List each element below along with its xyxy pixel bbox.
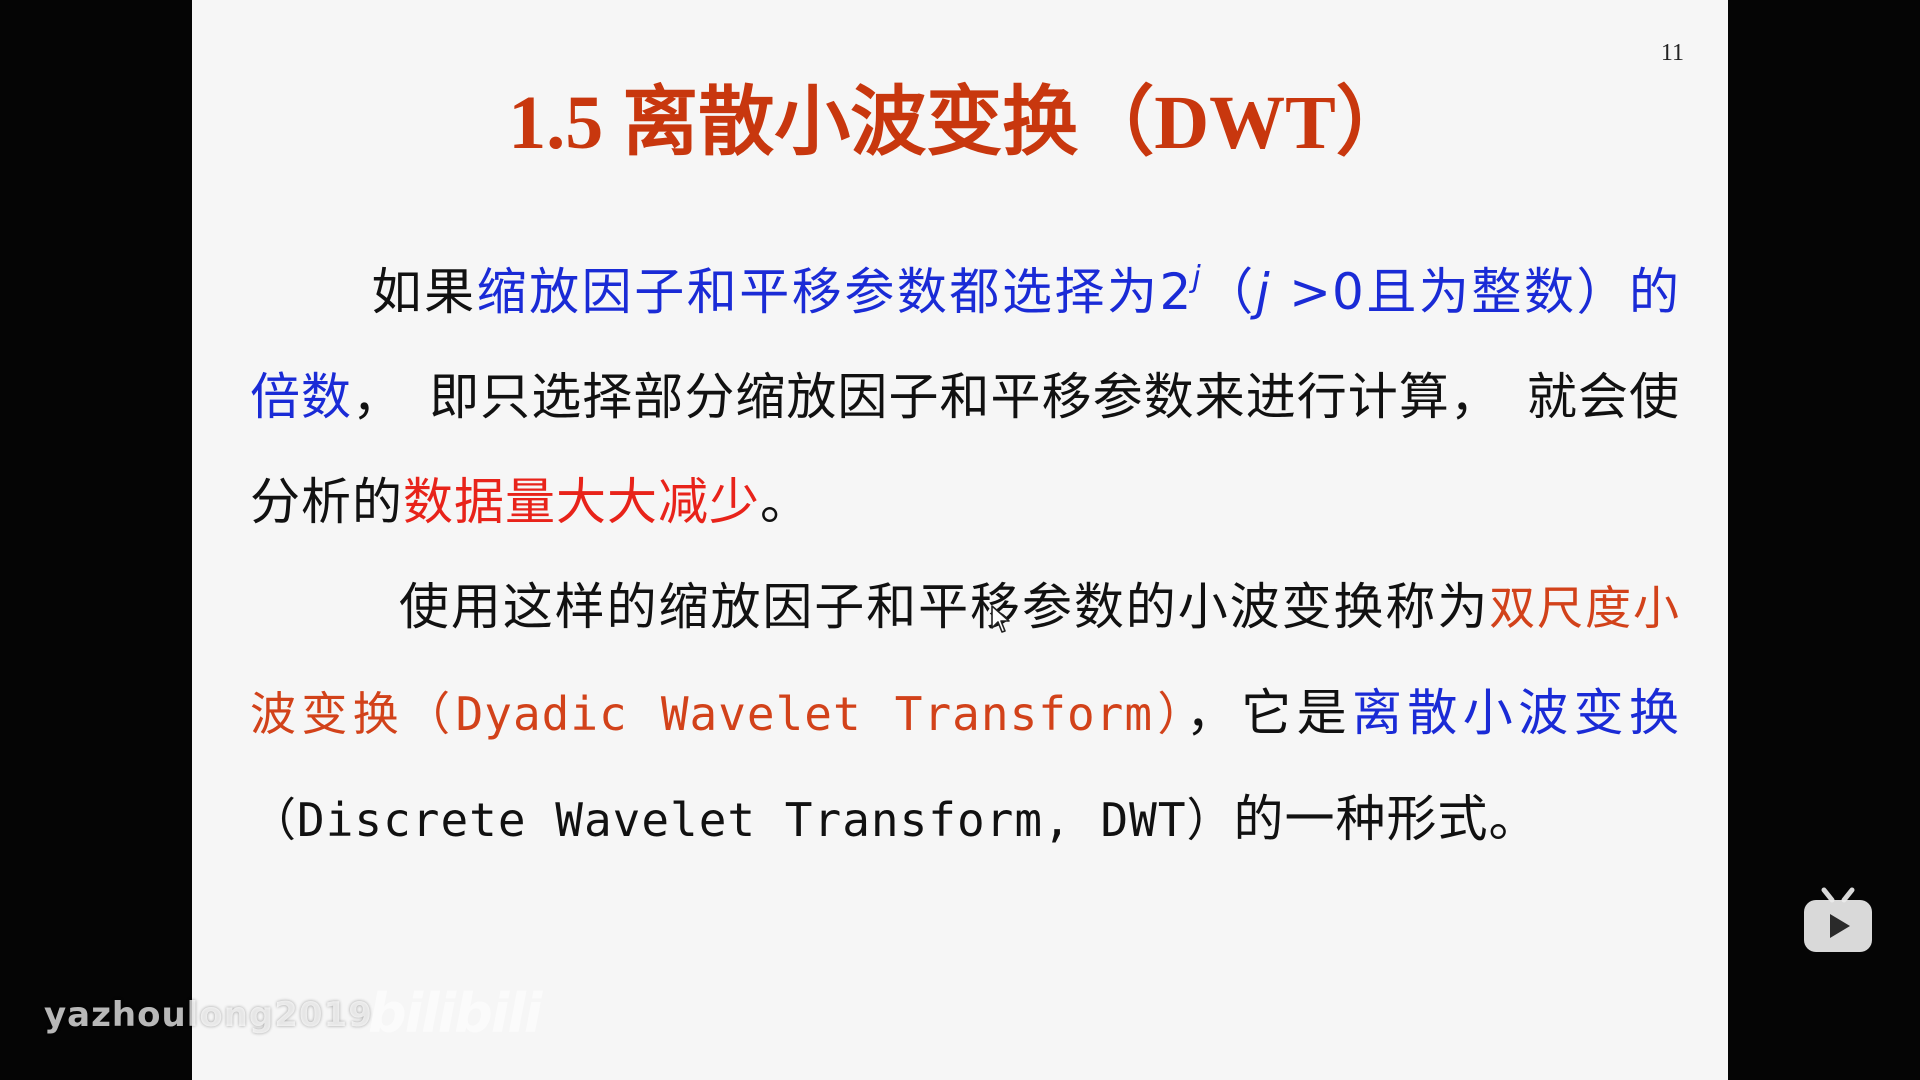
- uploader-watermark: yazhoulong2019: [44, 995, 373, 1035]
- p2-end: 的一种形式。: [1233, 790, 1540, 848]
- p1-j-var: j: [1255, 263, 1271, 321]
- p1-blue-text: 缩放因子和平移参数都选择为2: [476, 263, 1193, 321]
- bilibili-logo: bilibili: [368, 982, 542, 1045]
- page-number: 11: [1660, 40, 1684, 66]
- paragraph-2: 使用这样的缩放因子和平移参数的小波变换称为双尺度小波变换（Dyadic Wave…: [250, 555, 1680, 873]
- p2-english: （Discrete Wavelet Transform, DWT）: [250, 793, 1234, 847]
- p1-end: 。: [760, 473, 811, 531]
- presentation-slide: 11 1.5 离散小波变换（DWT） 如果缩放因子和平移参数都选择为2j（j >…: [192, 0, 1728, 1080]
- p2-mid: ，它是: [1185, 684, 1353, 742]
- slide-body: 如果缩放因子和平移参数都选择为2j（j >0且为整数）的倍数， 即只选择部分缩放…: [250, 225, 1680, 873]
- p2-blue-span: 离散小波变换: [1352, 684, 1680, 742]
- slide-title: 1.5 离散小波变换（DWT）: [508, 81, 1412, 165]
- bilibili-tv-icon[interactable]: [1800, 886, 1876, 956]
- mouse-cursor-icon: [991, 605, 1010, 633]
- p1-red-span: 数据量大大减少: [403, 473, 760, 531]
- video-player[interactable]: 11 1.5 离散小波变换（DWT） 如果缩放因子和平移参数都选择为2j（j >…: [0, 0, 1920, 1080]
- p1-exponent: j: [1192, 260, 1202, 295]
- p2-lead: 使用这样的缩放因子和平移参数的小波变换称为: [398, 578, 1490, 636]
- p1-lead: 如果: [370, 263, 477, 321]
- p1-paren-open: （: [1201, 263, 1256, 321]
- paragraph-1: 如果缩放因子和平移参数都选择为2j（j >0且为整数）的倍数， 即只选择部分缩放…: [250, 225, 1680, 555]
